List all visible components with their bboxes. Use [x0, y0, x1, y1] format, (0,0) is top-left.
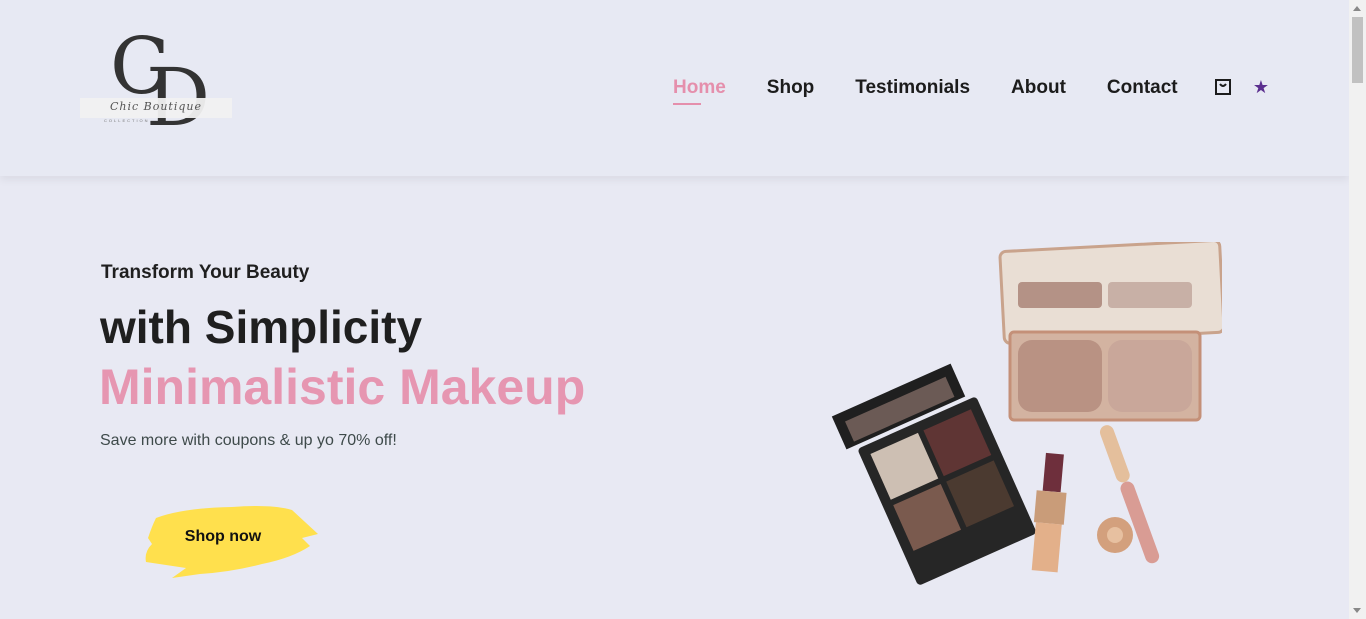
main-nav: Home Shop Testimonials About Contact: [673, 76, 1219, 105]
site-header: C D Chic Boutique COLLECTION Home Shop T…: [0, 0, 1349, 176]
shop-now-label: Shop now: [184, 528, 262, 545]
nav-about[interactable]: About: [1011, 77, 1066, 99]
hero-section: Transform Your Beauty with Simplicity Mi…: [0, 176, 1349, 619]
nav-testimonials[interactable]: Testimonials: [855, 77, 970, 99]
page-scrollbar[interactable]: [1349, 0, 1366, 619]
hero-pretitle: Transform Your Beauty: [101, 262, 310, 283]
shopping-bag-icon[interactable]: [1214, 78, 1232, 96]
nav-contact[interactable]: Contact: [1107, 77, 1178, 99]
page: C D Chic Boutique COLLECTION Home Shop T…: [0, 0, 1349, 619]
contour-palette-compact: [998, 239, 1226, 422]
brand-logo[interactable]: C D Chic Boutique COLLECTION: [80, 28, 232, 140]
hero-title: with Simplicity: [100, 301, 423, 353]
scroll-up-icon[interactable]: [1353, 6, 1361, 11]
logo-script-name: Chic Boutique: [109, 100, 203, 113]
hero-subtitle: Save more with coupons & up yo 70% off!: [100, 432, 397, 449]
nav-shop[interactable]: Shop: [767, 77, 815, 99]
scrollbar-thumb[interactable]: [1352, 17, 1363, 83]
hero-highlight: Minimalistic Makeup: [99, 359, 586, 415]
nav-home[interactable]: Home: [673, 77, 726, 105]
scroll-down-icon[interactable]: [1353, 608, 1361, 613]
lipstick-bullet: [1031, 452, 1067, 573]
star-icon[interactable]: ★: [1251, 77, 1271, 97]
eyeshadow-palette: [831, 363, 1036, 585]
makeup-product-image: [822, 239, 1226, 592]
shop-now-button[interactable]: Shop now: [142, 502, 322, 580]
logo-tagline: COLLECTION: [104, 118, 150, 123]
